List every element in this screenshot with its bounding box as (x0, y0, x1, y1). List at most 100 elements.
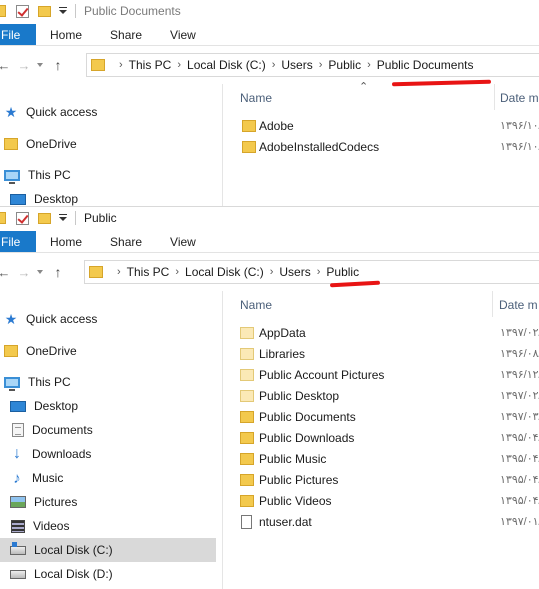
list-item[interactable]: Adobe ۱۳۹۶/۱۰/ (223, 115, 539, 136)
list-item[interactable]: Libraries ۱۳۹۶/۰۸/ (223, 343, 539, 364)
chevron-right-icon[interactable]: › (175, 266, 179, 278)
folder-icon (242, 119, 256, 132)
list-item[interactable]: Public Documents ۱۳۹۷/۰۳/ (223, 406, 539, 427)
file-name: Public Pictures (259, 472, 339, 487)
folder-icon (91, 59, 105, 71)
list-item[interactable]: Public Pictures ۱۳۹۵/۰۴/ (223, 469, 539, 490)
breadcrumb-public[interactable]: Public (326, 265, 359, 279)
list-item[interactable]: AppData ۱۳۹۷/۰۲/ (223, 322, 539, 343)
chevron-right-icon[interactable]: › (270, 266, 274, 278)
nav-item-desktop[interactable]: Desktop (0, 394, 216, 418)
chevron-right-icon[interactable]: › (319, 59, 323, 71)
navigation-pane: ★ Quick access OneDrive This PC Desktop … (0, 291, 216, 589)
tab-home[interactable]: Home (36, 231, 96, 252)
properties-checkmark-icon[interactable] (16, 211, 29, 225)
breadcrumb-local-disk-c[interactable]: Local Disk (C:) (185, 265, 264, 279)
folder-icon (240, 389, 254, 402)
list-item[interactable]: Public Downloads ۱۳۹۵/۰۴/ (223, 427, 539, 448)
nav-item-desktop[interactable]: Desktop (0, 187, 216, 206)
folder-icon (4, 345, 18, 357)
tab-file[interactable]: File (0, 231, 36, 252)
forward-arrow-icon[interactable]: → (14, 262, 34, 282)
new-folder-icon[interactable] (38, 5, 51, 17)
chevron-right-icon[interactable]: › (317, 266, 321, 278)
tab-file[interactable]: File (0, 24, 36, 45)
column-date-header[interactable]: Date m (499, 298, 538, 312)
tab-view[interactable]: View (156, 24, 210, 45)
column-divider[interactable] (492, 291, 493, 317)
forward-arrow-icon[interactable]: → (14, 55, 34, 75)
file-name: Public Downloads (259, 430, 355, 445)
star-icon: ★ (4, 103, 18, 120)
recent-locations-icon[interactable] (34, 262, 48, 282)
star-icon: ★ (4, 310, 18, 327)
new-folder-icon[interactable] (38, 212, 51, 224)
file-name: Libraries (259, 346, 306, 361)
window-title: Public (84, 211, 117, 225)
tab-home[interactable]: Home (36, 24, 96, 45)
folder-icon (240, 494, 254, 507)
nav-item-label: This PC (28, 375, 71, 389)
nav-item-pictures[interactable]: Pictures (0, 490, 216, 514)
nav-item-label: Quick access (26, 105, 98, 119)
column-name-header[interactable]: Name (240, 91, 272, 105)
up-arrow-icon[interactable]: ↑ (48, 262, 68, 282)
tab-share[interactable]: Share (96, 24, 156, 45)
folder-icon (4, 138, 18, 150)
tab-view[interactable]: View (156, 231, 210, 252)
folder-icon (240, 410, 254, 423)
nav-item-onedrive[interactable]: OneDrive (0, 339, 216, 363)
nav-item-quick-access[interactable]: ★ Quick access (0, 100, 216, 124)
drive-c-icon (10, 541, 26, 555)
list-item[interactable]: Public Music ۱۳۹۵/۰۴/ (223, 448, 539, 469)
nav-item-videos[interactable]: Videos (0, 514, 216, 538)
music-icon: ♪ (13, 469, 21, 487)
nav-item-music[interactable]: ♪ Music (0, 466, 216, 490)
list-item[interactable]: Public Desktop ۱۳۹۷/۰۲/ (223, 385, 539, 406)
customize-quick-access-icon[interactable] (57, 212, 69, 224)
column-name-header[interactable]: Name (240, 298, 272, 312)
chevron-right-icon[interactable]: › (177, 59, 181, 71)
file-date: ۱۳۹۵/۰۴/ (500, 432, 539, 444)
nav-item-downloads[interactable]: ↓ Downloads (0, 442, 216, 466)
breadcrumb-public[interactable]: Public (328, 58, 361, 72)
folder-icon (0, 212, 6, 224)
breadcrumb-this-pc[interactable]: This PC (129, 58, 172, 72)
column-header: ⌃ Name Date m (223, 81, 539, 110)
column-date-header[interactable]: Date m (500, 91, 539, 105)
up-arrow-icon[interactable]: ↑ (48, 55, 68, 75)
nav-item-local-disk-d[interactable]: Local Disk (D:) (0, 562, 216, 586)
list-item[interactable]: ntuser.dat ۱۳۹۷/۰۱/ (223, 511, 539, 532)
nav-item-this-pc[interactable]: This PC (0, 370, 216, 394)
breadcrumb-local-disk-c[interactable]: Local Disk (C:) (187, 58, 266, 72)
tab-share[interactable]: Share (96, 231, 156, 252)
chevron-right-icon[interactable]: › (117, 266, 121, 278)
chevron-right-icon[interactable]: › (272, 59, 276, 71)
nav-item-local-disk-c[interactable]: Local Disk (C:) (0, 538, 216, 562)
chevron-right-icon[interactable]: › (119, 59, 123, 71)
list-item[interactable]: AdobeInstalledCodecs ۱۳۹۶/۱۰/ (223, 136, 539, 157)
nav-item-label: Desktop (34, 399, 79, 413)
folder-icon (242, 140, 256, 153)
back-arrow-icon[interactable]: ← (0, 55, 14, 75)
file-date: ۱۳۹۶/۱۲/ (500, 369, 539, 381)
customize-quick-access-icon[interactable] (57, 5, 69, 17)
breadcrumb-public-documents[interactable]: Public Documents (377, 58, 474, 72)
recent-locations-icon[interactable] (34, 55, 48, 75)
nav-item-quick-access[interactable]: ★ Quick access (0, 307, 216, 331)
folder-icon (240, 473, 254, 486)
breadcrumb-users[interactable]: Users (281, 58, 312, 72)
nav-item-this-pc[interactable]: This PC (0, 163, 216, 187)
back-arrow-icon[interactable]: ← (0, 262, 14, 282)
column-divider[interactable] (494, 84, 495, 110)
address-bar[interactable]: › This PC › Local Disk (C:) › Users › Pu… (84, 260, 539, 284)
address-bar[interactable]: › This PC › Local Disk (C:) › Users › Pu… (86, 53, 539, 77)
breadcrumb-users[interactable]: Users (279, 265, 310, 279)
chevron-right-icon[interactable]: › (367, 59, 371, 71)
list-item[interactable]: Public Account Pictures ۱۳۹۶/۱۲/ (223, 364, 539, 385)
nav-item-onedrive[interactable]: OneDrive (0, 132, 216, 156)
nav-item-documents[interactable]: Documents (0, 418, 216, 442)
breadcrumb-this-pc[interactable]: This PC (127, 265, 170, 279)
properties-checkmark-icon[interactable] (16, 4, 29, 18)
list-item[interactable]: Public Videos ۱۳۹۵/۰۴/ (223, 490, 539, 511)
